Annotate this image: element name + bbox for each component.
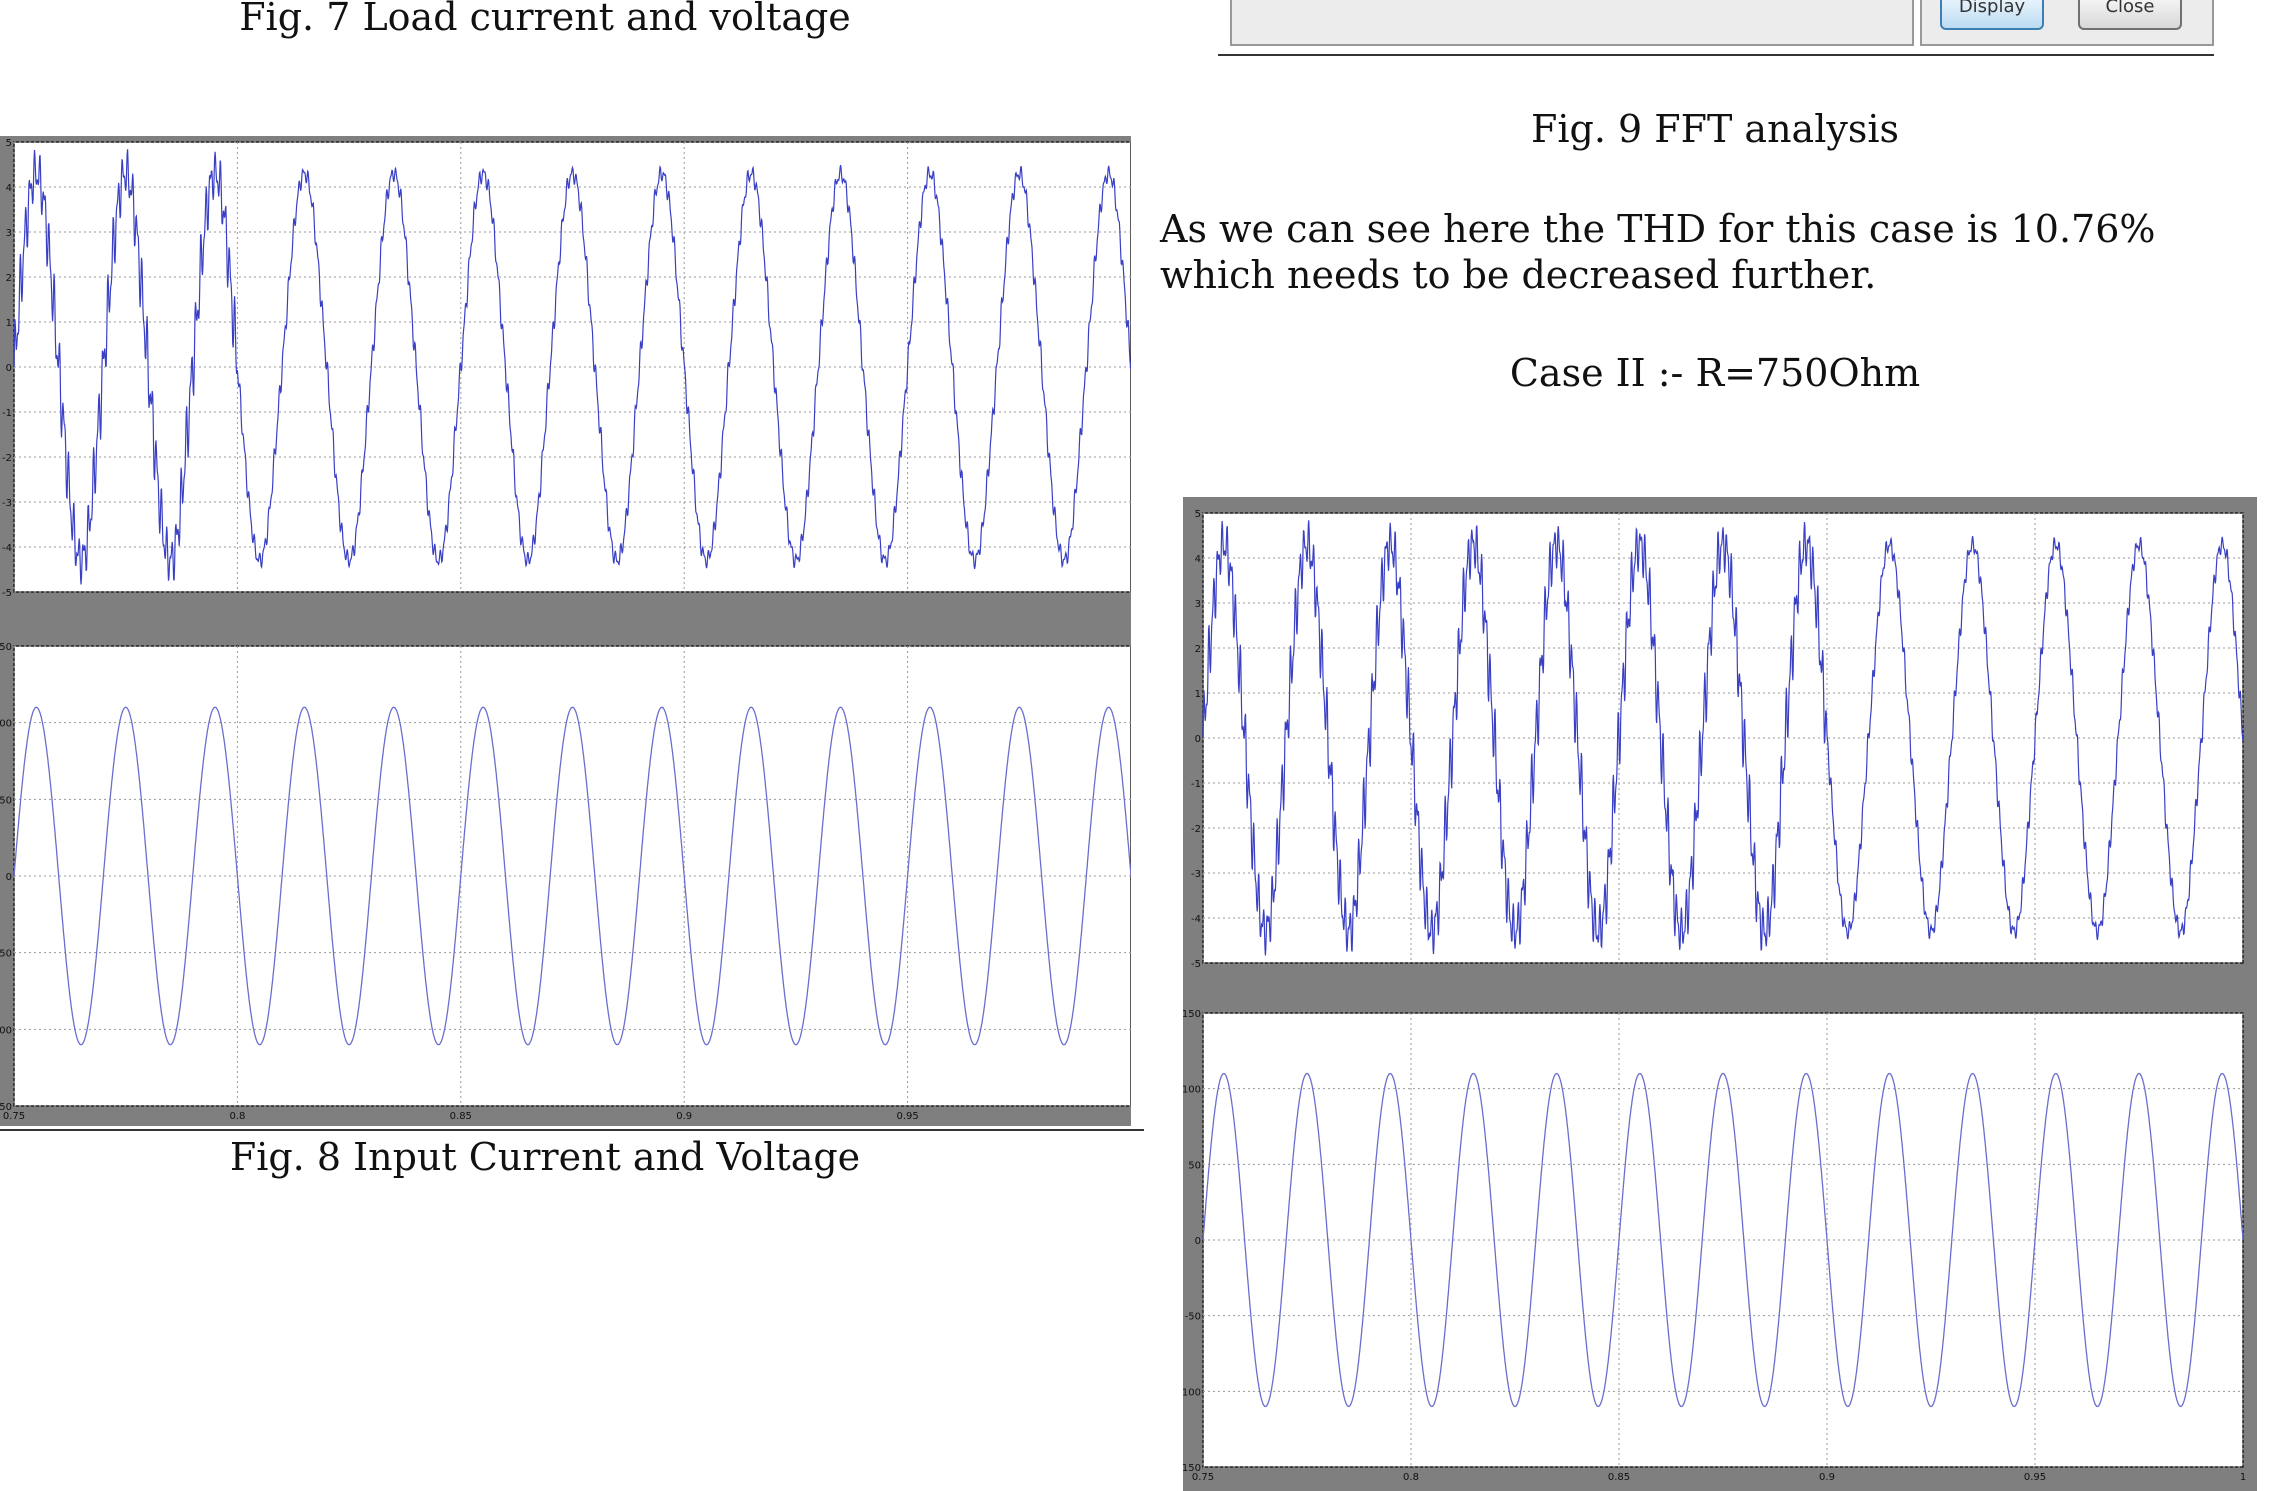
current-ytick-label: -5 [2,588,12,599]
current-ytick-label: 2 [6,273,12,284]
fig7-caption: Fig. 7 Load current and voltage [239,0,851,39]
display-button[interactable]: Display [1940,0,2044,30]
current-ytick-label: 3 [1195,599,1201,610]
xtick-label: 0.85 [1608,1472,1630,1483]
xtick-label: 0.8 [229,1111,245,1122]
current-ytick-label: -3 [1191,869,1201,880]
voltage-plot-area [13,645,1131,1107]
xtick-label: 0.75 [3,1111,25,1122]
close-button-label: Close [2105,0,2155,17]
current-ytick-label: -2 [2,453,12,464]
voltage-ytick-label: 150 [1183,1009,1201,1020]
current-ytick-label: -5 [1191,959,1201,970]
current-ytick-label: 0 [1195,734,1201,745]
current-ytick-label: -4 [2,543,12,554]
display-button-label: Display [1958,0,2026,17]
current-ytick-label: -2 [1191,824,1201,835]
voltage-ytick-label: -100 [0,1025,12,1036]
fft-dialog-fragment [1230,0,1914,46]
voltage-ytick-label: -50 [0,949,12,960]
xtick-label: 0.85 [450,1111,472,1122]
voltage-ytick-label: -50 [1185,1312,1201,1323]
current-plot-area [13,141,1131,593]
voltage-ytick-label: 50 [0,795,12,806]
voltage-ytick-label: 100 [1183,1085,1201,1096]
fig8-scope: 543210-1-2-3-4-5150100500-50-100-1500.75… [0,136,1131,1126]
current-ytick-label: 3 [6,228,12,239]
xtick-label: 0.9 [1819,1472,1835,1483]
voltage-ytick-label: 50 [1188,1160,1201,1171]
current-ytick-label: -1 [1191,779,1201,790]
xtick-label: 0.9 [676,1111,692,1122]
thd-paragraph: As we can see here the THD for this case… [1160,207,2156,297]
fig8-bottom-rule [0,1129,1144,1131]
voltage-ytick-label: 0 [6,872,12,883]
current-ytick-label: 4 [1195,554,1201,565]
xtick-label: 0.95 [896,1111,918,1122]
fig8-caption: Fig. 8 Input Current and Voltage [229,1135,861,1179]
xtick-label: 0.95 [2024,1472,2046,1483]
current-ytick-label: -4 [1191,914,1201,925]
current-ytick-label: 2 [1195,644,1201,655]
voltage-ytick-label: -100 [1183,1387,1201,1398]
xtick-label: 0.8 [1403,1472,1419,1483]
fig8-scope-svg: 543210-1-2-3-4-5150100500-50-100-1500.75… [0,138,1131,1122]
fig9-bottom-rule [1218,54,2214,56]
voltage-ytick-label: 0 [1195,1236,1201,1247]
voltage-ytick-label: 150 [0,642,12,653]
current-ytick-label: 5 [1195,509,1201,520]
current-ytick-label: 1 [1195,689,1201,700]
xtick-label: 0.75 [1192,1472,1214,1483]
voltage-ytick-label: 100 [0,719,12,730]
current-ytick-label: 4 [6,183,12,194]
current-ytick-label: 5 [6,138,12,149]
fig9-caption: Fig. 9 FFT analysis [1531,107,1899,151]
current-ytick-label: 0 [6,363,12,374]
close-button[interactable]: Close [2078,0,2182,30]
caseII-scope-svg: 543210-1-2-3-4-5150100500-50-100-1500.75… [1183,509,2246,1483]
current-ytick-label: -1 [2,408,12,419]
current-ytick-label: -3 [2,498,12,509]
current-ytick-label: 1 [6,318,12,329]
case-ii-heading: Case II :- R=750Ohm [1509,351,1921,395]
caseII-scope: 543210-1-2-3-4-5150100500-50-100-1500.75… [1183,497,2257,1491]
xtick-label: 1 [2240,1472,2246,1483]
